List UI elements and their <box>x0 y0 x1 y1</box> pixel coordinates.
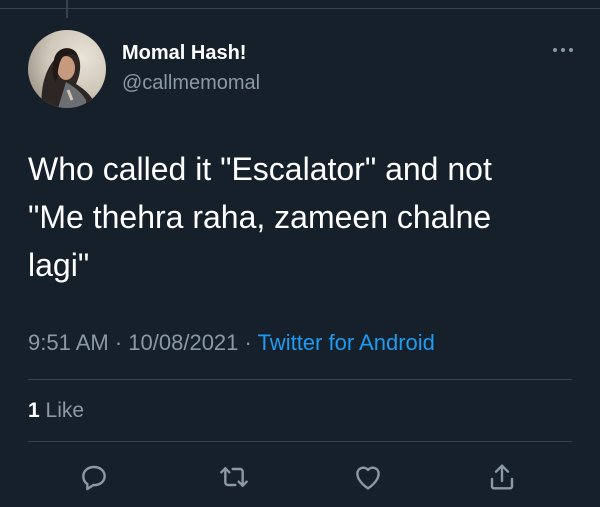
likes-count-link[interactable]: 1 Like <box>28 399 84 423</box>
likes-count: 1 <box>28 399 40 422</box>
reply-icon[interactable] <box>78 461 110 493</box>
divider <box>28 379 572 380</box>
divider <box>28 441 572 442</box>
meta-separator: · <box>244 330 258 355</box>
tweet-metadata: 9:51 AM · 10/08/2021 · Twitter for Andro… <box>28 330 435 356</box>
tweet-time[interactable]: 9:51 AM <box>28 330 109 355</box>
tweet-date[interactable]: 10/08/2021 <box>128 330 238 355</box>
more-horizontal-icon[interactable] <box>550 40 576 60</box>
thread-line <box>66 0 68 18</box>
likes-label: Like <box>45 399 85 422</box>
retweet-icon[interactable] <box>218 461 250 493</box>
meta-separator: · <box>114 330 129 355</box>
user-handle[interactable]: @callmemomal <box>122 72 260 95</box>
avatar[interactable] <box>28 30 106 108</box>
display-name[interactable]: Momal Hash! <box>122 42 246 65</box>
tweet-source-link[interactable]: Twitter for Android <box>258 330 435 355</box>
heart-icon[interactable] <box>352 461 384 493</box>
share-icon[interactable] <box>486 461 518 493</box>
top-divider <box>0 8 600 9</box>
tweet-text: Who called it "Escalator" and not "Me th… <box>28 151 492 283</box>
